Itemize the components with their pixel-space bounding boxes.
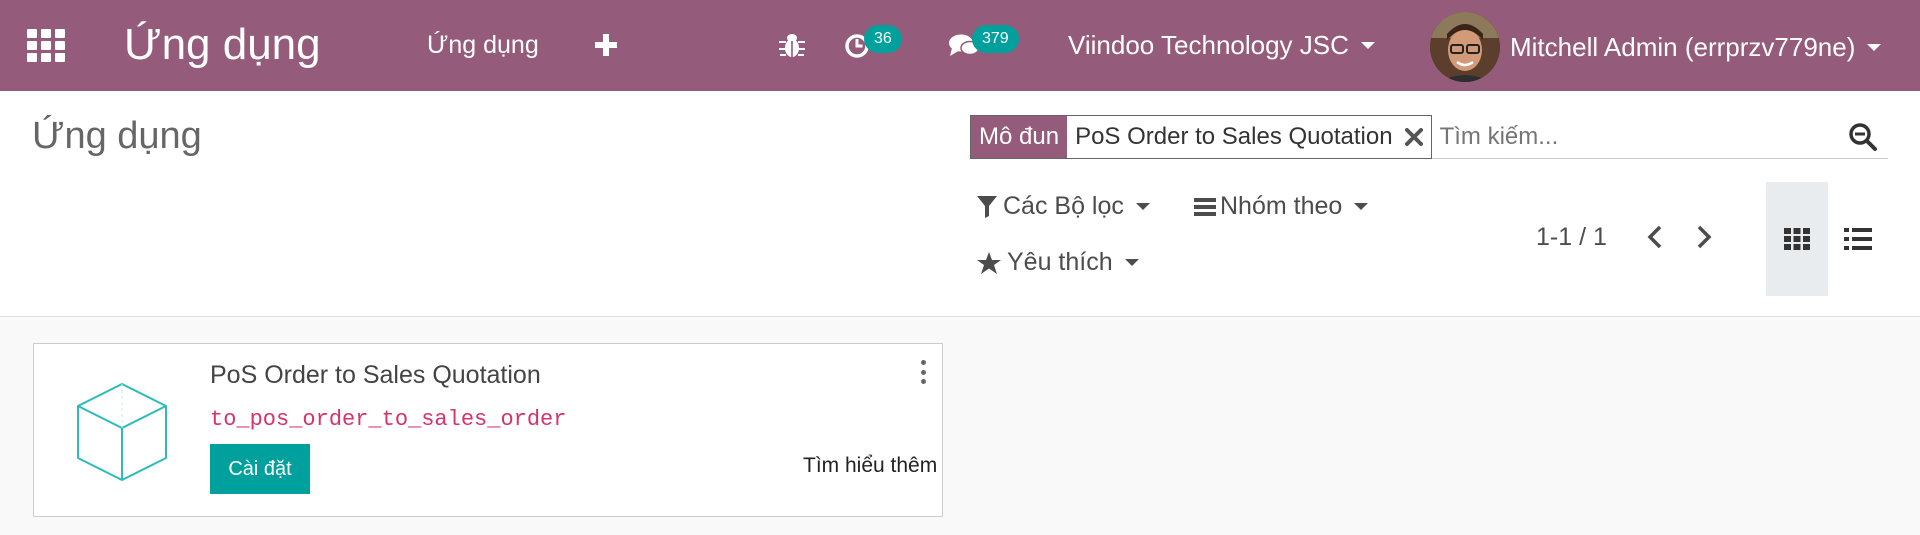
pager-value[interactable]: 1-1 / 1 <box>1536 223 1607 252</box>
close-icon[interactable] <box>1401 116 1427 158</box>
menu-apps[interactable]: Ứng dụng <box>427 24 539 66</box>
star-icon <box>977 251 1001 274</box>
facet-value: PoS Order to Sales Quotation <box>1075 123 1393 150</box>
activity-count-badge: 36 <box>864 25 902 53</box>
chevron-down-icon <box>1360 41 1375 49</box>
control-panel: Ứng dụng Mô đun PoS Order to Sales Quota… <box>0 91 1920 317</box>
chevron-right-icon <box>1696 225 1712 249</box>
search-input[interactable] <box>1431 115 1838 158</box>
filters-label: Các Bộ lọc <box>1003 192 1124 220</box>
filters-dropdown[interactable]: Các Bộ lọc <box>977 192 1150 221</box>
module-name: PoS Order to Sales Quotation <box>210 361 541 389</box>
chevron-down-icon <box>1124 259 1139 266</box>
cube-icon <box>72 380 172 482</box>
apps-grid-icon[interactable] <box>27 29 65 63</box>
bug-icon[interactable] <box>779 28 809 62</box>
user-name: Mitchell Admin (errprzv779ne) <box>1510 31 1856 62</box>
activity-menu[interactable]: 36 <box>844 25 904 65</box>
messages-menu[interactable]: 379 <box>948 25 1028 65</box>
module-card[interactable]: PoS Order to Sales Quotation to_pos_orde… <box>33 343 943 517</box>
group-by-label: Nhóm theo <box>1220 192 1343 220</box>
app-brand[interactable]: Ứng dụng <box>124 16 321 74</box>
plus-icon[interactable] <box>589 26 623 64</box>
chevron-down-icon <box>1354 203 1369 210</box>
facet-label: Mô đun <box>971 116 1068 158</box>
pager-previous-button[interactable] <box>1640 222 1670 252</box>
list-view-button[interactable] <box>1827 182 1889 296</box>
favorites-dropdown[interactable]: Yêu thích <box>977 248 1139 277</box>
card-menu-icon[interactable] <box>918 360 928 384</box>
page-title: Ứng dụng <box>32 115 202 157</box>
search-bar: Mô đun PoS Order to Sales Quotation <box>970 115 1888 159</box>
search-icon[interactable] <box>1838 115 1888 158</box>
module-technical-name: to_pos_order_to_sales_order <box>210 407 567 432</box>
avatar <box>1430 12 1500 82</box>
company-switcher[interactable]: Viindoo Technology JSC <box>1068 24 1375 66</box>
kanban-view-icon <box>1784 228 1810 250</box>
pager-next-button[interactable] <box>1689 222 1719 252</box>
messages-count-badge: 379 <box>972 25 1019 53</box>
bars-icon <box>1194 197 1216 217</box>
favorites-label: Yêu thích <box>1007 248 1113 276</box>
group-by-dropdown[interactable]: Nhóm theo <box>1194 192 1369 221</box>
install-button[interactable]: Cài đặt <box>210 444 310 494</box>
chevron-left-icon <box>1647 225 1663 249</box>
company-name: Viindoo Technology JSC <box>1068 29 1349 60</box>
filter-icon <box>977 195 997 218</box>
user-menu[interactable]: Mitchell Admin (errprzv779ne) <box>1430 12 1882 82</box>
chevron-down-icon <box>1135 203 1150 210</box>
learn-more-link[interactable]: Tìm hiểu thêm <box>803 454 937 478</box>
chevron-down-icon <box>1867 43 1882 51</box>
top-navbar: Ứng dụng Ứng dụng 36 379 Viindoo Technol… <box>0 0 1920 91</box>
search-facet[interactable]: Mô đun PoS Order to Sales Quotation <box>970 115 1432 159</box>
list-view-icon <box>1844 228 1872 250</box>
kanban-view-button[interactable] <box>1766 182 1828 296</box>
